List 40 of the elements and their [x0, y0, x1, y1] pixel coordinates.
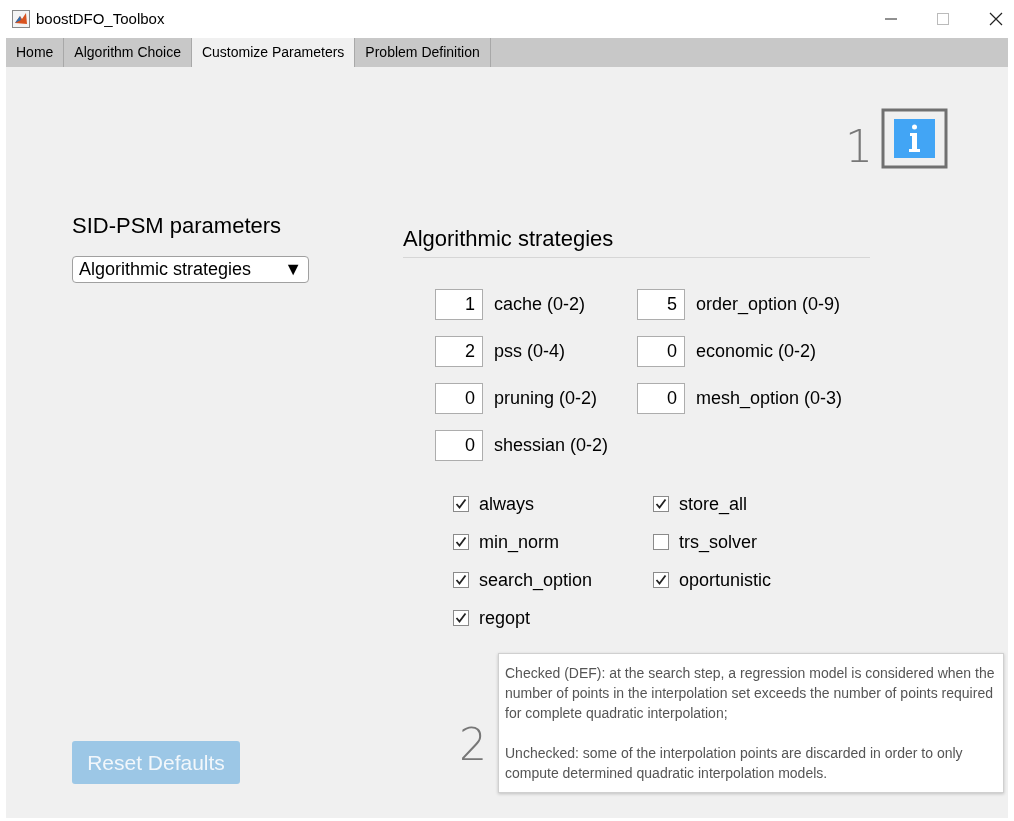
- checkbox[interactable]: [453, 572, 469, 588]
- checkbox[interactable]: [653, 534, 669, 550]
- field-label: cache (0-2): [494, 293, 586, 316]
- number-field[interactable]: 1: [435, 289, 483, 320]
- number-field[interactable]: 5: [637, 289, 685, 320]
- checkbox[interactable]: [653, 496, 669, 512]
- field-label: order_option (0-9): [696, 293, 841, 317]
- info-icon[interactable]: [881, 108, 948, 169]
- field-label: pruning (0-2): [494, 387, 598, 410]
- section-heading: Algorithmic strategies: [403, 222, 870, 258]
- checkbox-label: trs_solver: [679, 530, 758, 555]
- annotation-number: 1: [845, 125, 873, 169]
- field-label: economic (0-2): [696, 340, 817, 363]
- tooltip-text: Checked (DEF): at the search step, a regression model is considered when the number of points in the interpolation set exceeds the number of points required for complete quadratic interpolation;: [505, 664, 996, 723]
- strategy-dropdown[interactable]: Algorithmic strategies ▼: [72, 256, 309, 283]
- number-field[interactable]: 2: [435, 336, 483, 367]
- checkbox-label: regopt: [479, 606, 531, 630]
- checkbox-label: oportunistic: [679, 568, 772, 592]
- checkbox-label: always: [479, 492, 535, 516]
- field-label: pss (0-4): [494, 340, 565, 363]
- number-field[interactable]: 0: [637, 336, 685, 367]
- app-icon: [12, 10, 30, 28]
- checkbox[interactable]: [453, 496, 469, 512]
- checkbox[interactable]: [453, 534, 469, 550]
- window-title: boostDFO_Toolbox: [36, 8, 165, 29]
- panel-heading: SID-PSM parameters: [72, 212, 283, 240]
- tooltip-text: Unchecked: some of the interpolation points are discarded in order to only compute determined quadratic interpolation models.: [505, 744, 964, 783]
- checkbox-label: store_all: [679, 492, 748, 517]
- tab[interactable]: Customize Parameters: [191, 38, 356, 67]
- number-field[interactable]: 0: [637, 383, 685, 414]
- close-icon[interactable]: [989, 12, 1003, 26]
- annotation-number: 2: [459, 723, 487, 767]
- checkbox-label: min_norm: [479, 530, 560, 555]
- checkbox-label: search_option: [479, 568, 593, 593]
- number-field[interactable]: 0: [435, 430, 483, 461]
- field-label: shessian (0-2): [494, 434, 609, 457]
- checkbox[interactable]: [653, 572, 669, 588]
- number-field[interactable]: 0: [435, 383, 483, 414]
- checkbox[interactable]: [453, 610, 469, 626]
- field-label: mesh_option (0-3): [696, 387, 843, 411]
